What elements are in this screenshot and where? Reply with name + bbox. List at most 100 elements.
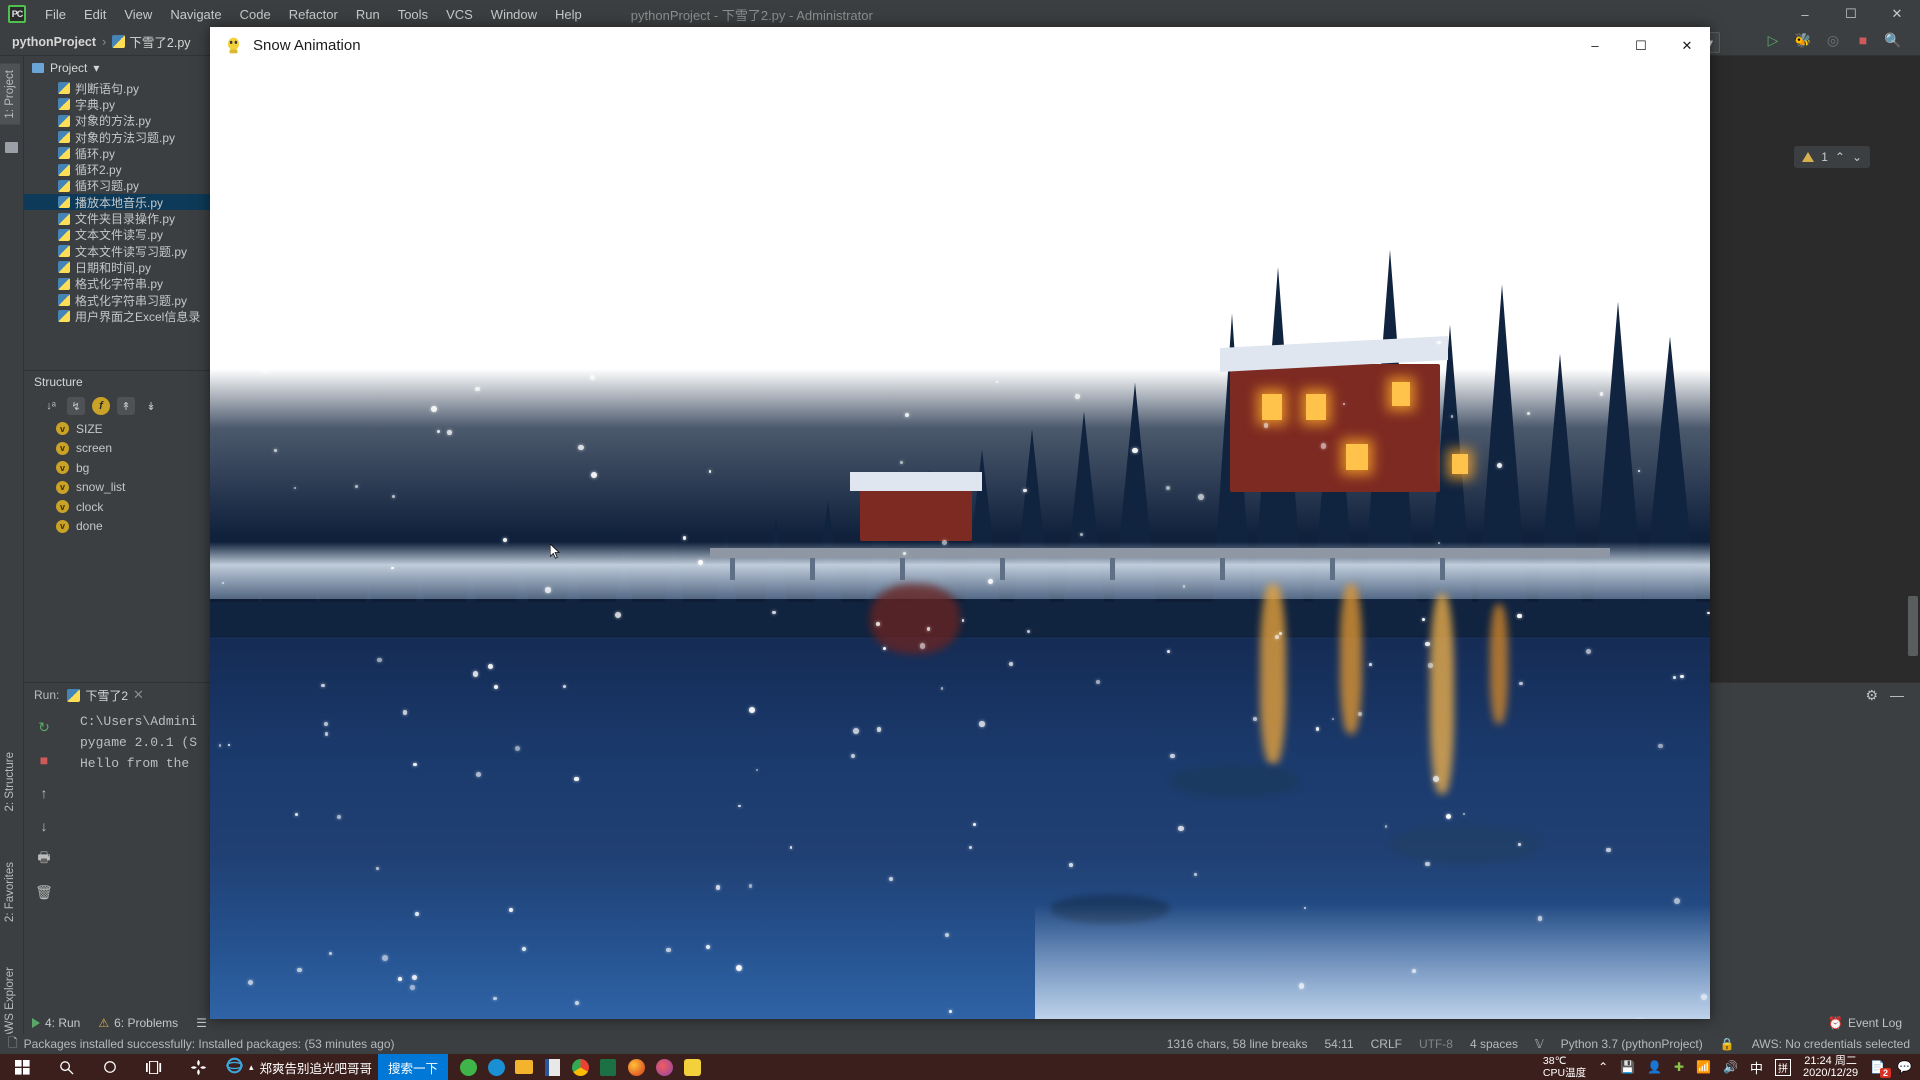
- project-tree-item[interactable]: 循环习题.py: [24, 178, 213, 194]
- project-tree-item[interactable]: 循环.py: [24, 145, 213, 161]
- pygame-minimize-button[interactable]: –: [1572, 27, 1618, 64]
- structure-item[interactable]: vbg: [24, 458, 213, 478]
- run-icon[interactable]: ▷: [1764, 31, 1782, 49]
- sidebar-item-project[interactable]: 1: Project: [0, 64, 20, 125]
- ime-pinyin-icon[interactable]: 拼: [1775, 1059, 1791, 1076]
- collapse-all-icon[interactable]: ↡: [142, 397, 160, 415]
- menu-refactor[interactable]: Refactor: [280, 3, 347, 26]
- chrome-icon[interactable]: [566, 1054, 594, 1080]
- ime-mode-icon[interactable]: 中: [1750, 1058, 1763, 1077]
- project-tree-item[interactable]: 对象的方法习题.py: [24, 129, 213, 145]
- menu-edit[interactable]: Edit: [75, 3, 115, 26]
- structure-member-list[interactable]: vSIZEvscreenvbgvsnow_listvclockvdone: [24, 419, 213, 536]
- menu-code[interactable]: Code: [231, 3, 280, 26]
- print-icon[interactable]: 🖶: [34, 849, 54, 869]
- task-view-icon[interactable]: [132, 1054, 176, 1080]
- menu-tools[interactable]: Tools: [389, 3, 437, 26]
- editor-scrollbar-thumb[interactable]: [1908, 596, 1918, 656]
- pygame-window[interactable]: Snow Animation – ☐ ✕: [210, 27, 1710, 1019]
- project-tree-item[interactable]: 格式化字符串.py: [24, 276, 213, 292]
- ide-minimize-button[interactable]: –: [1782, 0, 1828, 28]
- project-tree-item[interactable]: 判断语句.py: [24, 80, 213, 96]
- breadcrumb-file[interactable]: 下雪了2.py: [112, 32, 190, 51]
- firefox-icon[interactable]: [622, 1054, 650, 1080]
- up-arrow-icon[interactable]: ↑: [34, 783, 54, 803]
- pygame-title-bar[interactable]: Snow Animation – ☐ ✕: [210, 27, 1710, 64]
- run-coverage-icon[interactable]: ◎: [1824, 31, 1842, 49]
- event-log-button[interactable]: ⏰ Event Log: [1828, 1016, 1902, 1030]
- sidebar-item-favorites[interactable]: 2: Favorites: [0, 856, 20, 928]
- rerun-icon[interactable]: ↻: [34, 717, 54, 737]
- project-tree-item[interactable]: 循环2.py: [24, 161, 213, 177]
- structure-item[interactable]: vscreen: [24, 439, 213, 459]
- filter-icon[interactable]: ↯: [67, 397, 85, 415]
- wifi-icon[interactable]: 📶: [1696, 1060, 1711, 1074]
- action-center-icon[interactable]: 💬: [1897, 1060, 1912, 1074]
- pygame-maximize-button[interactable]: ☐: [1618, 27, 1664, 64]
- project-tree-item[interactable]: 格式化字符串习题.py: [24, 292, 213, 308]
- ide-close-button[interactable]: ✕: [1874, 0, 1920, 28]
- status-caret-position[interactable]: 54:11: [1324, 1037, 1353, 1051]
- stop-icon[interactable]: ■: [1854, 31, 1872, 49]
- snowflake-app-icon[interactable]: [176, 1054, 220, 1080]
- status-message-group[interactable]: 🗋 Packages installed successfully: Insta…: [0, 1034, 395, 1055]
- sidebar-item-structure[interactable]: 2: Structure: [0, 746, 20, 817]
- project-tree-item[interactable]: 文本文件读写习题.py: [24, 243, 213, 259]
- pygame-canvas[interactable]: [210, 64, 1710, 1019]
- news-taskbar-item[interactable]: ▴ 郑爽告别追光吧哥哥 搜索一下: [220, 1054, 454, 1080]
- tab-problems[interactable]: ⚠ 6: Problems: [98, 1016, 178, 1030]
- project-file-tree[interactable]: 判断语句.py字典.py对象的方法.py对象的方法习题.py循环.py循环2.p…: [24, 80, 213, 370]
- tab-run[interactable]: 4: Run: [32, 1016, 80, 1030]
- project-tree-item[interactable]: 日期和时间.py: [24, 259, 213, 275]
- chevron-down-icon[interactable]: ▾: [93, 61, 99, 75]
- run-tab[interactable]: 下雪了2 ✕: [67, 687, 144, 704]
- search-icon[interactable]: [44, 1054, 88, 1080]
- chevron-down-icon[interactable]: ⌄: [1852, 150, 1862, 164]
- menu-help[interactable]: Help: [546, 3, 591, 26]
- debug-icon[interactable]: 🐝: [1794, 31, 1812, 49]
- structure-item[interactable]: vdone: [24, 517, 213, 537]
- menu-run[interactable]: Run: [347, 3, 389, 26]
- project-tree-item[interactable]: 文件夹目录操作.py: [24, 210, 213, 226]
- minimize-icon[interactable]: —: [1890, 687, 1904, 703]
- project-tree-item[interactable]: 字典.py: [24, 96, 213, 112]
- structure-item[interactable]: vclock: [24, 497, 213, 517]
- volume-icon[interactable]: 🔊: [1723, 1060, 1738, 1074]
- status-line-separator[interactable]: CRLF: [1371, 1037, 1402, 1051]
- search-everywhere-icon[interactable]: 🔍: [1884, 31, 1902, 49]
- file-explorer-icon[interactable]: [510, 1054, 538, 1080]
- excel-icon[interactable]: [594, 1054, 622, 1080]
- pycharm-icon[interactable]: [678, 1054, 706, 1080]
- gear-icon[interactable]: ⚙: [1865, 687, 1878, 704]
- chevron-up-icon[interactable]: ⌃: [1835, 150, 1845, 164]
- inspection-widget[interactable]: 1 ⌃ ⌄: [1794, 146, 1870, 168]
- status-encoding[interactable]: UTF-8: [1419, 1037, 1453, 1051]
- menu-navigate[interactable]: Navigate: [161, 3, 230, 26]
- clock-widget[interactable]: 21:24 周二 2020/12/29: [1803, 1055, 1858, 1080]
- trash-icon[interactable]: 🗑: [34, 882, 54, 902]
- menu-window[interactable]: Window: [482, 3, 546, 26]
- status-aws[interactable]: AWS: No credentials selected: [1752, 1037, 1910, 1051]
- project-tree-item[interactable]: 文本文件读写.py: [24, 227, 213, 243]
- project-files-icon[interactable]: [5, 142, 18, 153]
- tab-terminal[interactable]: ☰: [196, 1016, 207, 1030]
- usb-safely-remove-icon[interactable]: 💾: [1620, 1060, 1635, 1074]
- lock-icon[interactable]: 🔒: [1720, 1037, 1735, 1051]
- status-interpreter[interactable]: Python 3.7 (pythonProject): [1561, 1037, 1703, 1051]
- windows-start-icon[interactable]: [0, 1054, 44, 1080]
- project-tree-item[interactable]: 用户界面之Excel信息录: [24, 308, 213, 324]
- show-fields-icon[interactable]: f: [92, 397, 110, 415]
- structure-item[interactable]: vsnow_list: [24, 478, 213, 498]
- security-icon[interactable]: 👤: [1647, 1060, 1662, 1074]
- structure-item[interactable]: vSIZE: [24, 419, 213, 439]
- photos-icon[interactable]: [650, 1054, 678, 1080]
- tray-chevron-icon[interactable]: ⌃: [1598, 1060, 1608, 1074]
- pygame-close-button[interactable]: ✕: [1664, 27, 1710, 64]
- edge-icon[interactable]: [482, 1054, 510, 1080]
- cpu-temperature-widget[interactable]: 38℃ CPU温度: [1543, 1055, 1586, 1079]
- sidebar-item-aws-explorer[interactable]: AWS Explorer: [0, 961, 20, 1045]
- vcs-branch-icon[interactable]: 𝕍: [1535, 1037, 1544, 1051]
- close-icon[interactable]: ✕: [133, 687, 144, 703]
- menu-view[interactable]: View: [115, 3, 161, 26]
- expand-all-icon[interactable]: ↟: [117, 397, 135, 415]
